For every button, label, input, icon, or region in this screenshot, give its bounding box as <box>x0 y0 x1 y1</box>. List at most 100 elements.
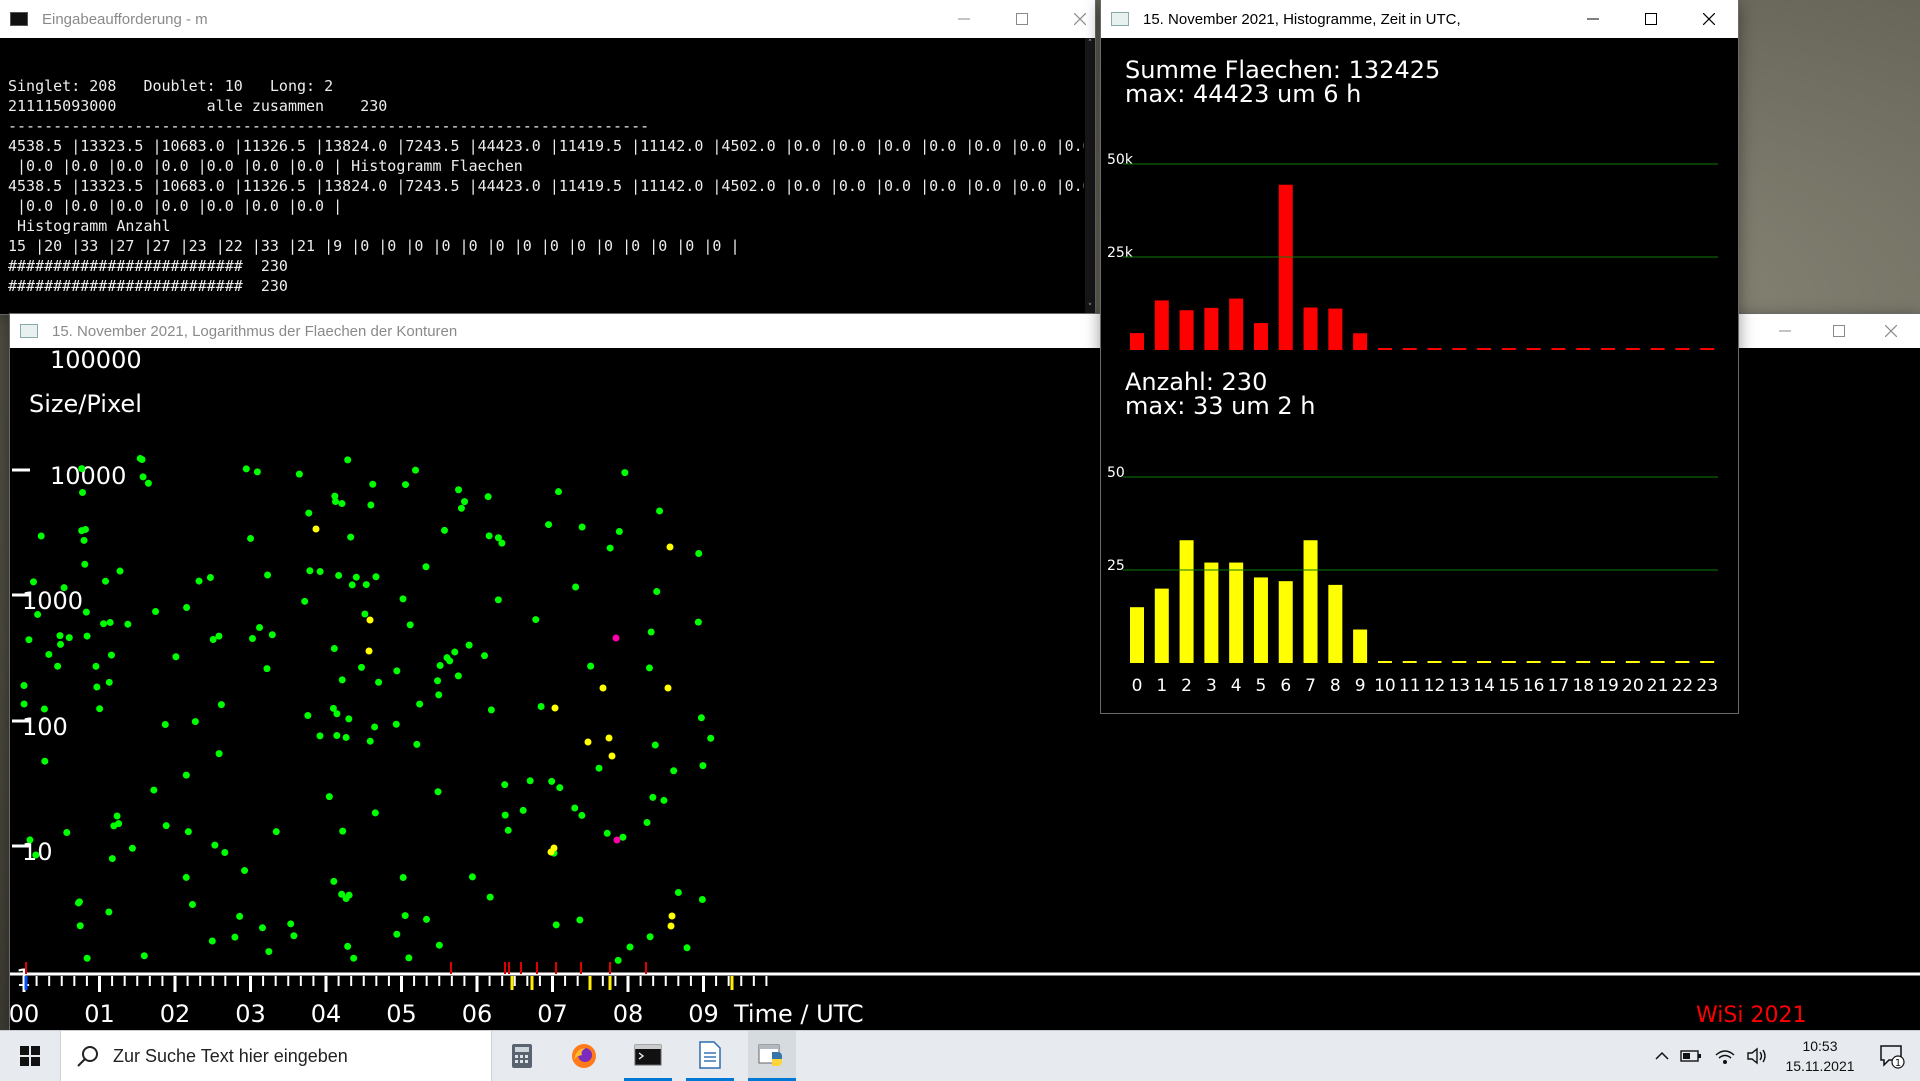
scatter-point <box>290 932 298 940</box>
scatter-point <box>532 616 540 624</box>
maximize-button[interactable] <box>993 0 1051 38</box>
hour-label: 12 <box>1424 676 1446 696</box>
scatter-point <box>26 836 34 844</box>
scatter-point <box>498 539 506 547</box>
wifi-icon[interactable] <box>1710 1031 1740 1081</box>
scatter-point <box>76 922 84 930</box>
console-line: ----------------------------------------… <box>8 117 650 135</box>
scroll-up-arrow-icon[interactable]: ˄ <box>1086 40 1094 49</box>
scatter-point <box>217 701 225 709</box>
close-button[interactable] <box>1862 314 1920 348</box>
battery-icon[interactable] <box>1676 1031 1706 1081</box>
scatter-point <box>116 567 124 575</box>
taskbar-console[interactable] <box>624 1031 672 1081</box>
notification-center-button[interactable]: 1 <box>1870 1031 1914 1081</box>
scatter-point <box>107 651 115 659</box>
scatter-point <box>454 672 462 680</box>
console-line: Singlet: 208 Doublet: 10 Long: 2 <box>8 77 334 95</box>
scatter-point <box>312 525 320 533</box>
scatter-point <box>29 578 37 586</box>
minimize-button[interactable] <box>1756 314 1814 348</box>
scatter-point <box>461 498 469 506</box>
scatter-point <box>621 469 629 477</box>
scatter-point <box>350 954 358 962</box>
scatter-title: 15. November 2021, Logarithmus der Flaec… <box>52 322 458 340</box>
scatter-point <box>615 528 623 536</box>
scatter-point <box>41 757 49 765</box>
maximize-button[interactable] <box>1622 0 1680 38</box>
scatter-point <box>183 604 191 612</box>
scatter-point <box>108 855 116 863</box>
console-titlebar[interactable]: Eingabeaufforderung - m <box>0 0 1095 38</box>
clock[interactable]: 10:53 15.11.2021 <box>1770 1031 1870 1081</box>
hour-label: 18 <box>1572 676 1594 696</box>
histogram-bar <box>1328 308 1343 350</box>
console-scrollbar[interactable]: ˄ ˅ <box>1085 38 1095 314</box>
histogram-window[interactable]: 15. November 2021, Histogramme, Zeit in … <box>1101 0 1738 713</box>
hour-label: 1 <box>1156 676 1167 696</box>
hour-label: 13 <box>1448 676 1470 696</box>
hour-label: 15 <box>1498 676 1520 696</box>
scatter-point <box>614 956 622 964</box>
hour-label: 5 <box>1256 676 1267 696</box>
start-button[interactable] <box>0 1031 60 1081</box>
scatter-point <box>653 588 661 596</box>
scatter-point <box>37 532 45 540</box>
hour-label: 9 <box>1355 676 1366 696</box>
scatter-point <box>599 684 607 692</box>
scatter-point <box>161 720 169 728</box>
clock-date: 15.11.2021 <box>1785 1058 1855 1074</box>
hour-label: 4 <box>1231 676 1242 696</box>
taskbar-calculator[interactable] <box>500 1031 544 1081</box>
scatter-point <box>333 731 341 739</box>
scatter-point <box>287 920 295 928</box>
minimize-button[interactable] <box>1564 0 1622 38</box>
scatter-point <box>105 908 113 916</box>
scatter-point <box>501 781 509 789</box>
histogram-titlebar[interactable]: 15. November 2021, Histogramme, Zeit in … <box>1101 0 1738 38</box>
close-button[interactable] <box>1680 0 1738 38</box>
taskbar-editor[interactable] <box>686 1031 734 1081</box>
scatter-point <box>455 486 463 494</box>
scatter-point <box>78 527 86 535</box>
terminal-icon <box>634 1044 662 1065</box>
area-grid-label: 25k <box>1107 245 1134 261</box>
scatter-point <box>698 896 706 904</box>
scatter-point <box>441 526 449 534</box>
scatter-point <box>80 536 88 544</box>
taskbar-python[interactable] <box>748 1031 796 1081</box>
scatter-point <box>345 891 353 899</box>
search-box[interactable]: Zur Suche Text hier eingeben <box>60 1031 492 1081</box>
scatter-point <box>412 466 420 474</box>
histogram-bar <box>1179 310 1194 350</box>
tray-overflow-chevron-icon[interactable] <box>1650 1031 1674 1081</box>
scatter-point <box>305 509 313 517</box>
scatter-point <box>465 641 473 649</box>
scroll-down-arrow-icon[interactable]: ˅ <box>1086 304 1094 313</box>
histogram-bar <box>1278 581 1293 663</box>
hour-label: 17 <box>1548 676 1570 696</box>
firefox-icon <box>572 1044 596 1068</box>
minimize-button[interactable] <box>935 0 993 38</box>
taskbar-firefox[interactable] <box>562 1031 606 1081</box>
scatter-point <box>551 704 559 712</box>
y-tick-label: 1000 <box>22 587 83 615</box>
scatter-point <box>106 618 114 626</box>
scatter-point <box>32 851 40 859</box>
histogram-bar <box>1253 577 1268 663</box>
scatter-point <box>413 740 421 748</box>
scatter-point <box>371 809 379 817</box>
count-summary-line2: max: 33 um 2 h <box>1125 392 1316 420</box>
scatter-point <box>674 888 682 896</box>
scatter-point <box>105 678 113 686</box>
scatter-point <box>645 664 653 672</box>
maximize-button[interactable] <box>1810 314 1868 348</box>
volume-icon[interactable] <box>1742 1031 1772 1081</box>
scatter-point <box>304 712 312 720</box>
scatter-point <box>660 796 668 804</box>
scatter-point <box>241 867 249 875</box>
scatter-point <box>215 632 223 640</box>
console-window[interactable]: Eingabeaufforderung - m Singlet: 208 Dou… <box>0 0 1095 314</box>
scatter-point <box>683 944 691 952</box>
document-icon <box>699 1040 721 1069</box>
